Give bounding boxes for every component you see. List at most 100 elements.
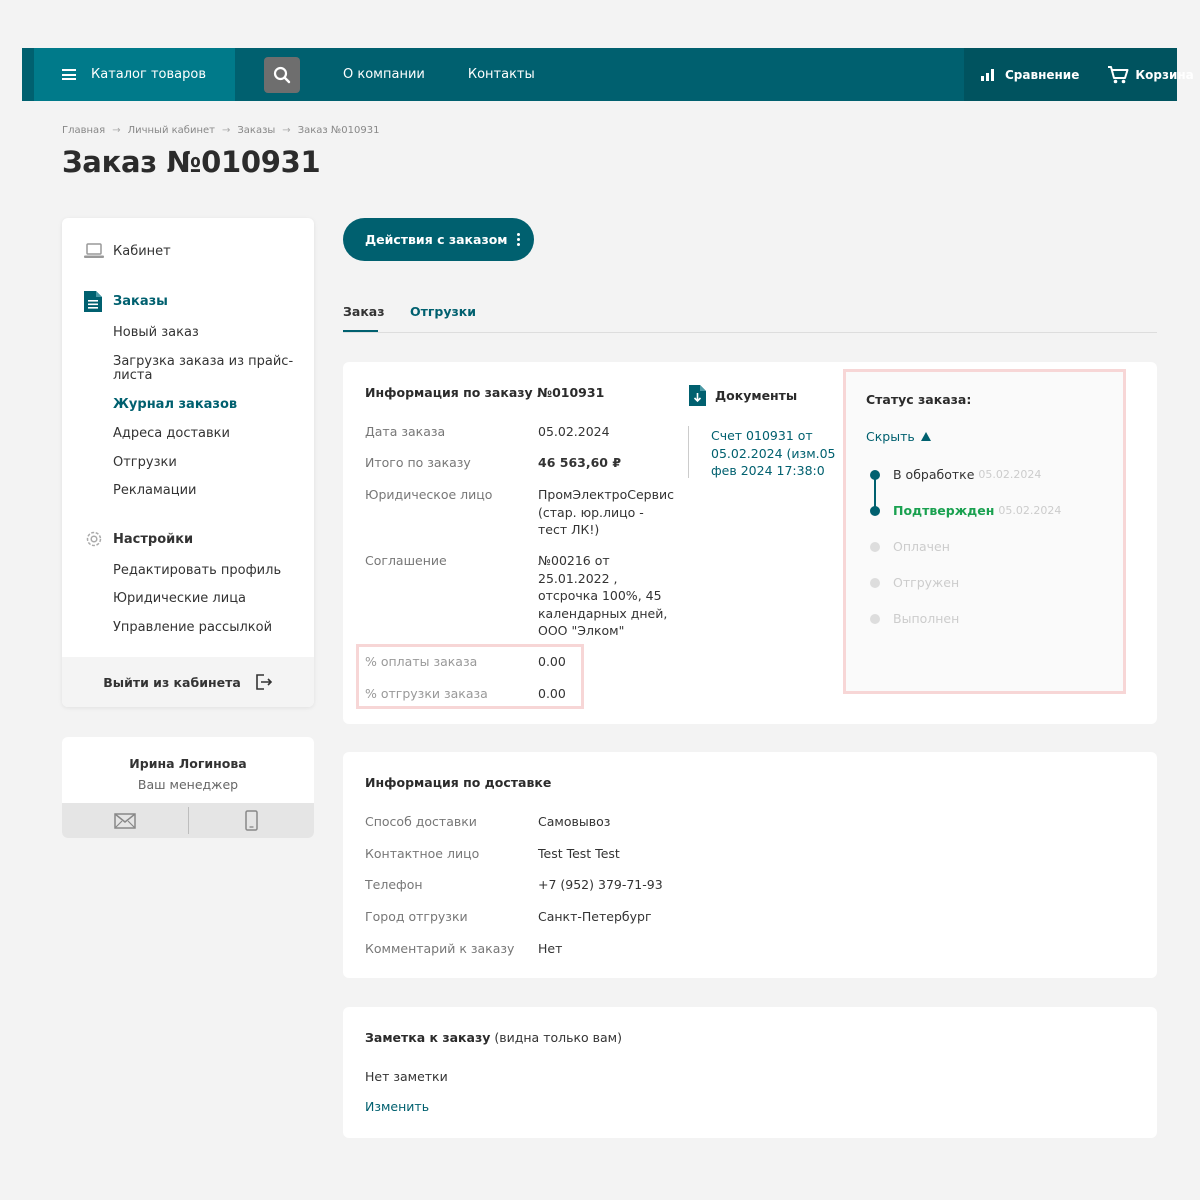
sidebar-item-cabinet[interactable]: Кабинет bbox=[62, 240, 314, 262]
sidebar-item-orders[interactable]: Заказы bbox=[62, 290, 314, 312]
breadcrumb-orders[interactable]: Заказы bbox=[237, 125, 275, 136]
status-step-name: Выполнен bbox=[893, 611, 960, 626]
breadcrumb-home[interactable]: Главная bbox=[62, 125, 105, 136]
payment-percent-label: % оплаты заказа bbox=[365, 654, 478, 669]
sidebar-item-label: Настройки bbox=[113, 531, 194, 547]
shipment-percent-label: % отгрузки заказа bbox=[365, 686, 488, 701]
sidebar-item-settings[interactable]: Настройки bbox=[62, 528, 314, 550]
documents-title: Документы bbox=[715, 388, 798, 403]
edit-note-link[interactable]: Изменить bbox=[365, 1099, 429, 1114]
top-navigation-bar: Каталог товаров О компании Контакты Срав… bbox=[22, 48, 1194, 101]
status-dot bbox=[870, 469, 880, 480]
breadcrumb-cabinet[interactable]: Личный кабинет bbox=[128, 125, 215, 136]
delivery-info-title: Информация по доставке bbox=[365, 775, 552, 790]
order-info-title: Информация по заказу №010931 bbox=[365, 385, 605, 400]
status-hide-toggle[interactable]: Скрыть bbox=[866, 429, 931, 444]
sidebar-item-legal-entities[interactable]: Юридические лица bbox=[113, 592, 303, 606]
menu-icon bbox=[62, 69, 76, 80]
sidebar-section-cabinet: Кабинет bbox=[62, 240, 314, 262]
sidebar-item-mailing[interactable]: Управление рассылкой bbox=[113, 621, 303, 635]
order-note-title: Заметка к заказу bbox=[365, 1030, 491, 1045]
manager-contact-actions bbox=[62, 803, 314, 838]
gear-icon bbox=[86, 531, 102, 547]
more-vertical-icon bbox=[516, 233, 520, 246]
status-step-date: 05.02.2024 bbox=[998, 504, 1062, 517]
sidebar: Кабинет Заказы Новый заказ Загрузка зака… bbox=[62, 218, 314, 707]
payment-percent-value: 0.00 bbox=[538, 654, 566, 669]
status-step-completed: Выполнен bbox=[866, 611, 959, 626]
document-icon bbox=[84, 290, 102, 312]
legal-entity-value: ПромЭлектроСервис (стар. юр.лицо - тест … bbox=[538, 487, 674, 537]
search-icon bbox=[273, 66, 291, 83]
cart-button[interactable]: Корзина bbox=[1107, 65, 1194, 84]
sidebar-item-order-journal[interactable]: Журнал заказов bbox=[113, 398, 303, 412]
catalog-button[interactable]: Каталог товаров bbox=[34, 48, 235, 101]
status-step-name: Отгружен bbox=[893, 575, 960, 590]
contact-person-value: Test Test Test bbox=[538, 846, 620, 861]
envelope-icon bbox=[114, 812, 136, 829]
compare-button[interactable]: Сравнение bbox=[981, 68, 1079, 82]
status-title: Статус заказа: bbox=[866, 392, 972, 407]
legal-entity-label: Юридическое лицо bbox=[365, 487, 493, 502]
manager-card: Ирина Логинова Ваш менеджер bbox=[62, 737, 314, 838]
sidebar-item-claims[interactable]: Рекламации bbox=[113, 484, 303, 498]
logout-button[interactable]: Выйти из кабинета bbox=[62, 657, 314, 707]
breadcrumb-separator: → bbox=[282, 125, 291, 136]
invoice-link[interactable]: Счет 010931 от 05.02.2024 (изм.05 фев 20… bbox=[711, 427, 836, 480]
email-manager-button[interactable] bbox=[62, 803, 188, 838]
status-dot bbox=[870, 541, 880, 552]
status-step-name: Оплачен bbox=[893, 539, 950, 554]
sidebar-item-label: Кабинет bbox=[113, 243, 171, 259]
triangle-up-icon bbox=[920, 432, 931, 441]
breadcrumb: Главная → Личный кабинет → Заказы → Зака… bbox=[62, 125, 379, 136]
sidebar-item-upload-order[interactable]: Загрузка заказа из прайс-листа bbox=[113, 355, 303, 383]
breadcrumb-separator: → bbox=[112, 125, 121, 136]
order-actions-button[interactable]: Действия с заказом bbox=[343, 218, 534, 261]
sidebar-section-orders: Заказы bbox=[62, 290, 314, 312]
agreement-value: №00216 от 25.01.2022 , отсрочка 100%, 45… bbox=[538, 553, 668, 638]
sidebar-item-edit-profile[interactable]: Редактировать профиль bbox=[113, 564, 303, 578]
order-info-card: Информация по заказу №010931 Дата заказа… bbox=[343, 362, 1157, 724]
delivery-method-label: Способ доставки bbox=[365, 814, 477, 829]
sidebar-item-new-order[interactable]: Новый заказ bbox=[113, 326, 303, 340]
logout-label: Выйти из кабинета bbox=[103, 674, 241, 690]
shipment-city-label: Город отгрузки bbox=[365, 909, 468, 924]
status-step-name: В обработке bbox=[893, 467, 975, 482]
contact-person-label: Контактное лицо bbox=[365, 846, 480, 861]
status-step-date: 05.02.2024 bbox=[978, 468, 1042, 481]
status-dot bbox=[870, 505, 880, 516]
sidebar-item-shipments[interactable]: Отгрузки bbox=[113, 456, 303, 470]
phone-icon bbox=[245, 810, 258, 831]
status-step-confirmed: Подтвержден 05.02.2024 bbox=[866, 503, 1061, 518]
status-step-processing: В обработке 05.02.2024 bbox=[866, 467, 1041, 482]
logout-icon bbox=[255, 674, 272, 690]
tab-order[interactable]: Заказ bbox=[343, 304, 385, 332]
order-tabs: Заказ Отгрузки bbox=[343, 302, 1157, 333]
compare-label: Сравнение bbox=[1005, 67, 1080, 82]
order-note-header: Заметка к заказу (видна только вам) bbox=[365, 1030, 622, 1045]
order-comment-value: Нет bbox=[538, 941, 563, 956]
delivery-info-card: Информация по доставке Способ доставки С… bbox=[343, 752, 1157, 978]
breadcrumb-current: Заказ №010931 bbox=[297, 125, 380, 136]
sidebar-item-label: Заказы bbox=[113, 293, 168, 309]
documents-header: Документы bbox=[689, 385, 797, 406]
catalog-label: Каталог товаров bbox=[91, 67, 206, 82]
delivery-method-value: Самовывоз bbox=[538, 814, 611, 829]
manager-role: Ваш менеджер bbox=[137, 777, 239, 792]
agreement-label: Соглашение bbox=[365, 553, 447, 568]
order-note-text: Нет заметки bbox=[365, 1069, 448, 1084]
order-total-label: Итого по заказу bbox=[365, 455, 471, 470]
tab-shipments[interactable]: Отгрузки bbox=[410, 304, 476, 319]
phone-manager-button[interactable] bbox=[189, 803, 315, 838]
cart-icon bbox=[1108, 66, 1129, 84]
sidebar-item-delivery-addresses[interactable]: Адреса доставки bbox=[113, 427, 303, 441]
bar-chart-icon bbox=[981, 68, 994, 81]
nav-link-about[interactable]: О компании bbox=[343, 67, 425, 82]
status-step-name: Подтвержден bbox=[893, 503, 995, 518]
order-status-panel: Статус заказа: Скрыть В обработке 05.02.… bbox=[843, 369, 1126, 694]
document-download-icon bbox=[689, 385, 706, 406]
documents-divider bbox=[688, 426, 689, 478]
nav-link-contacts[interactable]: Контакты bbox=[468, 67, 535, 82]
search-button[interactable] bbox=[264, 56, 300, 93]
breadcrumb-separator: → bbox=[221, 125, 231, 136]
